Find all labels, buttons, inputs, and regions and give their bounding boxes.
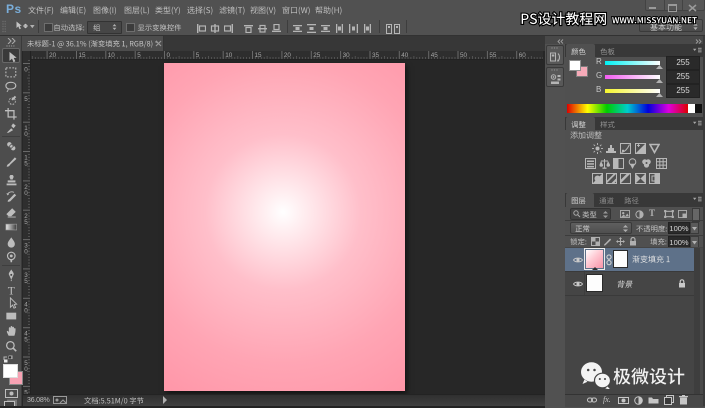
- svg-text:0: 0: [24, 67, 28, 74]
- svg-text:5: 5: [24, 337, 28, 344]
- svg-text:T: T: [7, 284, 14, 297]
- svg-text:5: 5: [24, 96, 28, 103]
